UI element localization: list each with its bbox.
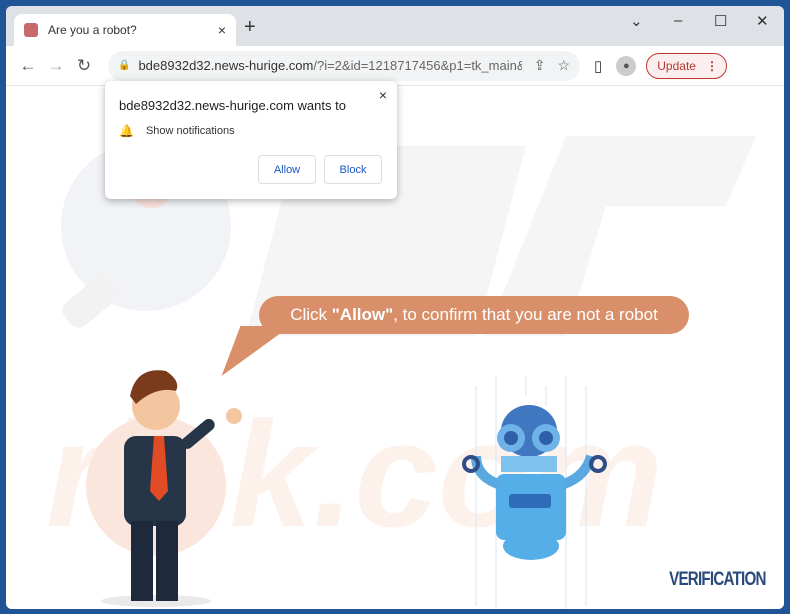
verification-label: VERIFICATION bbox=[669, 569, 766, 590]
address-bar[interactable]: 🔒 bde8932d32.news-hurige.com/?i=2&id=121… bbox=[108, 50, 580, 81]
share-icon[interactable]: ⇪ bbox=[534, 57, 546, 74]
lock-icon[interactable]: 🔒 bbox=[118, 60, 130, 71]
close-window-button[interactable]: ✕ bbox=[756, 12, 769, 30]
browser-window: Are you a robot? × + ⌄ – ☐ ✕ ← → ↻ 🔒 bde… bbox=[6, 6, 784, 609]
menu-icon[interactable]: ⋮ bbox=[706, 59, 718, 73]
allow-button[interactable]: Allow bbox=[258, 155, 316, 184]
reload-button[interactable]: ↻ bbox=[70, 56, 98, 76]
minimize-button[interactable]: – bbox=[674, 12, 682, 29]
favicon-icon bbox=[24, 23, 38, 37]
tab-search-icon[interactable]: ⌄ bbox=[630, 12, 643, 30]
permission-row: 🔔 Show notifications bbox=[119, 124, 235, 138]
profile-avatar-icon[interactable]: ● bbox=[616, 55, 637, 76]
side-panel-icon[interactable]: ▯ bbox=[594, 57, 602, 75]
bell-icon: 🔔 bbox=[119, 124, 134, 138]
back-button[interactable]: ← bbox=[14, 56, 42, 76]
block-button[interactable]: Block bbox=[324, 155, 382, 184]
dialog-title: bde8932d32.news-hurige.com wants to bbox=[119, 98, 346, 113]
permission-label: Show notifications bbox=[145, 125, 235, 137]
update-button[interactable]: Update ⋮ bbox=[646, 52, 727, 79]
maximize-button[interactable]: ☐ bbox=[714, 12, 727, 30]
url-host: bde8932d32.news-hurige.com bbox=[138, 58, 314, 73]
dialog-close-icon[interactable]: × bbox=[379, 87, 387, 103]
new-tab-button[interactable]: + bbox=[244, 16, 256, 39]
bubble-text-prefix: Click bbox=[290, 305, 332, 324]
toolbar: ← → ↻ 🔒 bde8932d32.news-hurige.com/?i=2&… bbox=[6, 46, 784, 86]
tab-bar: Are you a robot? × + ⌄ – ☐ ✕ bbox=[6, 6, 784, 46]
tab-close-icon[interactable]: × bbox=[218, 22, 226, 38]
bubble-text-bold: "Allow" bbox=[331, 305, 394, 324]
instruction-bubble: Click "Allow", to confirm that you are n… bbox=[259, 296, 689, 334]
bubble-text-suffix: , to confirm that you are not a robot bbox=[393, 305, 658, 324]
tab-active[interactable]: Are you a robot? × bbox=[14, 14, 236, 46]
forward-button[interactable]: → bbox=[42, 56, 70, 76]
update-label: Update bbox=[657, 58, 696, 73]
url-path: /?i=2&id=1218717456&p1=tk_main&p2=&p... bbox=[313, 58, 521, 73]
tab-title: Are you a robot? bbox=[48, 23, 137, 37]
bookmark-star-icon[interactable]: ☆ bbox=[557, 57, 570, 74]
notification-permission-dialog: bde8932d32.news-hurige.com wants to × 🔔 … bbox=[105, 81, 397, 199]
